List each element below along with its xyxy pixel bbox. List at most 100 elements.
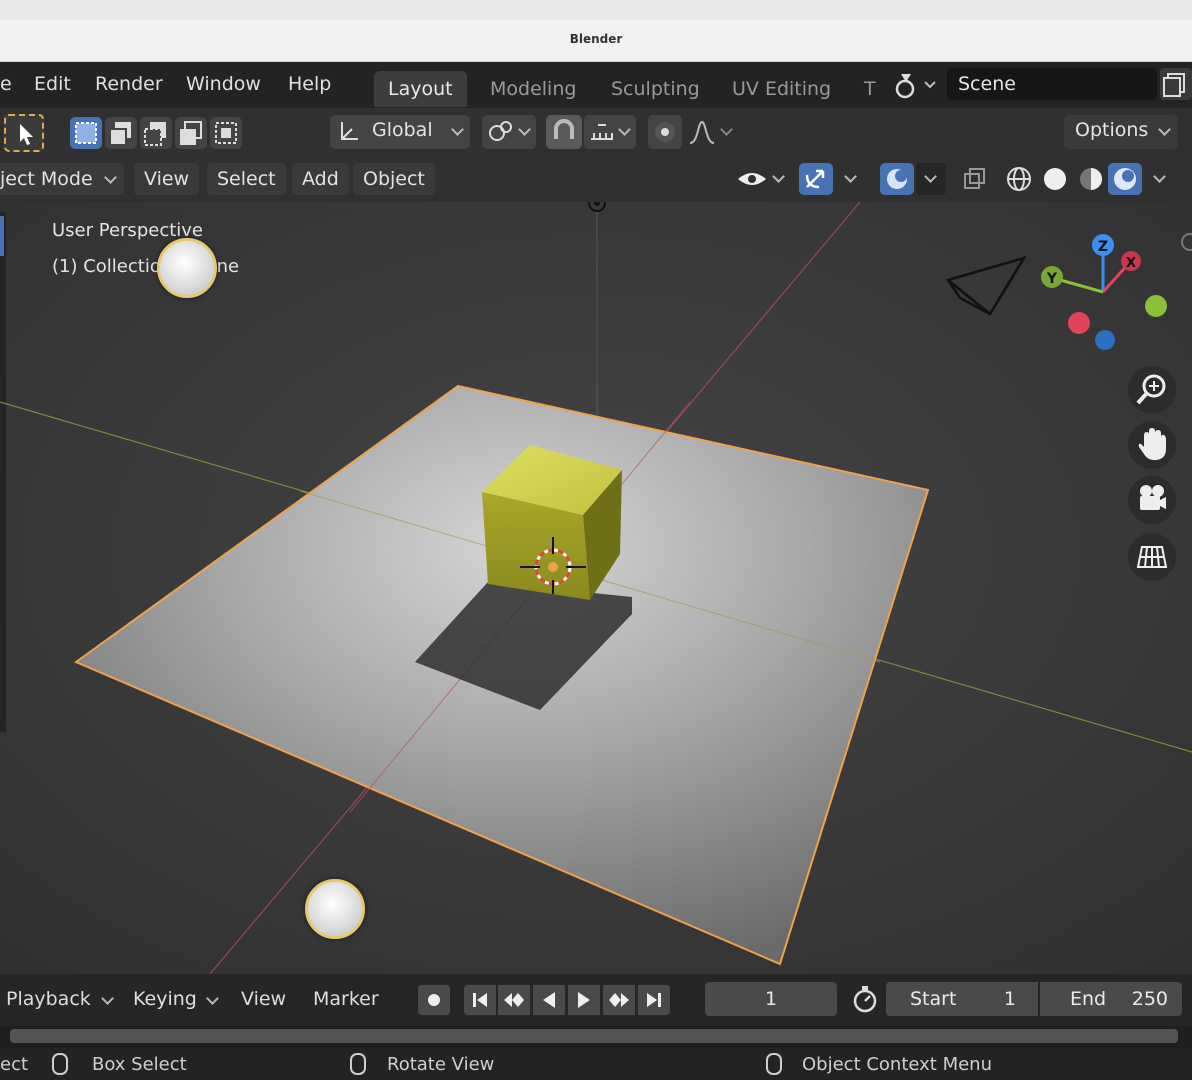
material-shading-button[interactable] (1074, 163, 1108, 195)
tab-modeling[interactable]: Modeling (476, 71, 590, 107)
menu-render[interactable]: Render (95, 73, 163, 95)
marker-menu[interactable]: Marker (313, 988, 379, 1010)
timeline-scrubber[interactable] (0, 1026, 1192, 1048)
gizmo-icon (805, 169, 825, 189)
shading-options-dropdown[interactable] (1146, 163, 1176, 195)
jump-end-button[interactable] (638, 985, 670, 1015)
tab-sculpting[interactable]: Sculpting (597, 71, 714, 107)
select-tool-button[interactable] (4, 114, 44, 152)
gizmo-z-label: Z (1098, 239, 1108, 255)
rendered-shading-icon (1114, 168, 1136, 190)
tool-header: Global Options (0, 108, 1192, 156)
mode-new-selection-button[interactable] (70, 117, 102, 149)
timeline-header: Playback Keying View Marker 1 Start 1 En… (0, 974, 1192, 1026)
chevron-down-icon (772, 170, 785, 183)
3d-viewport[interactable]: Z X Y User Perspective (1) Collection | … (0, 202, 1192, 974)
chevron-down-icon (924, 170, 937, 183)
eye-icon (738, 173, 766, 185)
camera-view-button[interactable] (1128, 476, 1176, 524)
prev-keyframe-button[interactable] (498, 985, 530, 1015)
menu-view[interactable]: View (134, 163, 200, 195)
falloff-curve-icon (689, 120, 715, 144)
menu-help[interactable]: Help (288, 73, 331, 95)
gizmo-options-dropdown[interactable] (836, 163, 866, 195)
pivot-point-dropdown[interactable] (482, 115, 536, 149)
chevron-down-icon (206, 992, 219, 1005)
gizmo-neg-x-axis[interactable] (1068, 312, 1090, 334)
mode-invert-selection-button[interactable] (175, 117, 207, 149)
chevron-down-icon (1158, 123, 1171, 136)
menu-edit[interactable]: Edit (34, 73, 71, 95)
rendered-shading-button[interactable] (1108, 163, 1142, 195)
status-box-select-label: Box Select (92, 1054, 187, 1075)
snap-target-dropdown[interactable] (584, 115, 636, 149)
jump-start-button[interactable] (464, 985, 496, 1015)
record-button[interactable] (418, 985, 450, 1015)
tab-layout[interactable]: Layout (374, 71, 467, 107)
menu-select[interactable]: Select (207, 163, 286, 195)
scene-name-field[interactable]: Scene (947, 68, 1157, 100)
visibility-dropdown[interactable] (734, 163, 788, 195)
mouse-left-icon (52, 1053, 68, 1075)
start-frame-field[interactable]: Start 1 (886, 982, 1038, 1016)
ortho-toggle-button[interactable] (1128, 533, 1176, 581)
scene-browse-icon[interactable] (1160, 68, 1192, 100)
chevron-down-icon (1153, 170, 1166, 183)
keying-menu[interactable]: Keying (133, 988, 197, 1010)
gizmo-neg-z-axis[interactable] (1095, 330, 1115, 350)
current-frame-field[interactable]: 1 (705, 982, 837, 1016)
pan-button[interactable] (1128, 421, 1176, 469)
gizmo-neg-y-axis[interactable] (1145, 295, 1167, 317)
mode-extend-selection-button[interactable] (105, 117, 137, 149)
wireframe-shading-button[interactable] (1002, 163, 1036, 195)
transform-orientation-dropdown[interactable]: Global (330, 115, 470, 149)
snap-increment-icon (591, 124, 613, 140)
snap-toggle[interactable] (546, 115, 582, 149)
overlay-toggle[interactable] (880, 163, 914, 195)
proportional-edit-icon (655, 122, 675, 142)
mode-selector-dropdown[interactable]: ject Mode (0, 163, 124, 195)
status-select-label: ect (0, 1054, 29, 1075)
next-keyframe-button[interactable] (603, 985, 635, 1015)
solid-shading-button[interactable] (1038, 163, 1072, 195)
scene-icon[interactable] (893, 70, 943, 100)
start-value: 1 (1003, 988, 1016, 1010)
tab-texture-paint[interactable]: T (850, 71, 890, 107)
prev-keyframe-icon (504, 993, 524, 1007)
mouse-right-icon (766, 1053, 782, 1075)
timeline-scroll-bar[interactable] (10, 1029, 1178, 1043)
xray-toggle[interactable] (958, 163, 992, 195)
box-select-icon (75, 122, 97, 144)
chevron-down-icon (451, 123, 464, 136)
stopwatch-icon (853, 986, 877, 1013)
tab-uv-editing[interactable]: UV Editing (718, 71, 845, 107)
os-titlebar-strip (0, 0, 1192, 20)
use-preview-range-toggle[interactable] (848, 982, 882, 1016)
subtract-select-icon (144, 122, 166, 146)
material-shading-icon (1080, 168, 1102, 190)
menu-add[interactable]: Add (292, 163, 349, 195)
falloff-dropdown[interactable] (686, 115, 738, 149)
end-frame-field[interactable]: End 250 (1040, 982, 1182, 1016)
xray-icon (964, 168, 985, 189)
mode-subtract-selection-button[interactable] (140, 117, 172, 149)
overlay-options-dropdown[interactable] (916, 163, 946, 195)
menu-window[interactable]: Window (186, 73, 261, 95)
zoom-button[interactable] (1128, 366, 1176, 414)
menu-object[interactable]: Object (353, 163, 435, 195)
chevron-down-icon (844, 170, 857, 183)
menu-file[interactable]: e (0, 73, 12, 95)
camera-view-icon (1140, 485, 1166, 510)
play-reverse-button[interactable] (533, 985, 565, 1015)
snap-icon (554, 119, 574, 139)
gizmo-toggle[interactable] (799, 163, 833, 195)
chevron-down-icon (720, 123, 733, 136)
play-button[interactable] (568, 985, 600, 1015)
mode-intersect-selection-button[interactable] (210, 117, 242, 149)
options-dropdown[interactable]: Options (1064, 115, 1178, 149)
timeline-view-menu[interactable]: View (241, 988, 286, 1010)
intersect-select-icon (215, 122, 237, 144)
proportional-edit-toggle[interactable] (648, 115, 682, 149)
gizmo-y-label: Y (1046, 271, 1058, 287)
playback-menu[interactable]: Playback (6, 988, 91, 1010)
